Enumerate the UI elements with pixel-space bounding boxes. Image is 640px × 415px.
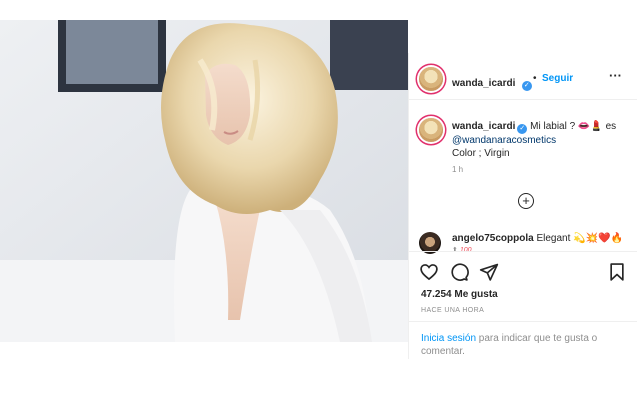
likes-number: 47.254 <box>421 289 452 300</box>
author-username[interactable]: wanda_icardi <box>452 78 515 89</box>
post-caption: wanda_icardi ✓ Mi labial ? 👄💄 es @wandana… <box>452 120 632 160</box>
post-sidebar: wanda_icardi ✓ • Seguir ··· wanda_icardi… <box>408 53 637 359</box>
login-line: Inicia sesión para indicar que te gusta … <box>421 332 621 358</box>
caption-username[interactable]: wanda_icardi <box>452 121 515 132</box>
save-icon[interactable] <box>607 262 627 282</box>
plus-circle-icon[interactable]: + <box>518 193 534 209</box>
author-name-wrap: wanda_icardi ✓ <box>452 73 532 91</box>
comment-text: Elegant 💫💥❤️🔥 <box>533 233 623 244</box>
caption-verified-icon: ✓ <box>517 124 528 134</box>
more-dots-icon[interactable]: ··· <box>609 68 622 83</box>
likes-count[interactable]: 47.254 Me gusta <box>421 289 498 300</box>
caption-text-2: Color ; Virgin <box>452 148 510 159</box>
caption-text-1: Mi labial ? 👄💄 es <box>527 121 617 132</box>
author-avatar[interactable] <box>419 67 443 91</box>
caption-avatar[interactable] <box>419 118 443 142</box>
post-photo-image <box>0 20 408 342</box>
login-prompt: Inicia sesión para indicar que te gusta … <box>409 321 637 359</box>
verified-badge-icon: ✓ <box>521 81 532 91</box>
header-separator: • <box>533 73 537 84</box>
comment-icon[interactable] <box>449 262 469 282</box>
likes-label: Me gusta <box>451 289 498 300</box>
follow-button[interactable]: Seguir <box>542 73 573 84</box>
caption-mention-link[interactable]: @wandanaracosmetics <box>452 135 556 146</box>
heart-icon[interactable] <box>419 262 439 282</box>
post-header: wanda_icardi ✓ • Seguir ··· <box>409 53 637 100</box>
caption-time: 1 h <box>452 165 464 174</box>
comment-username[interactable]: angelo75coppola <box>452 233 534 244</box>
action-bar <box>409 251 637 291</box>
share-icon[interactable] <box>479 262 499 282</box>
login-link[interactable]: Inicia sesión <box>421 333 476 344</box>
post-photo[interactable] <box>0 20 408 342</box>
comment: angelo75coppola Elegant 💫💥❤️🔥 <box>452 233 623 244</box>
posted-ago: HACE UNA HORA <box>421 307 485 314</box>
